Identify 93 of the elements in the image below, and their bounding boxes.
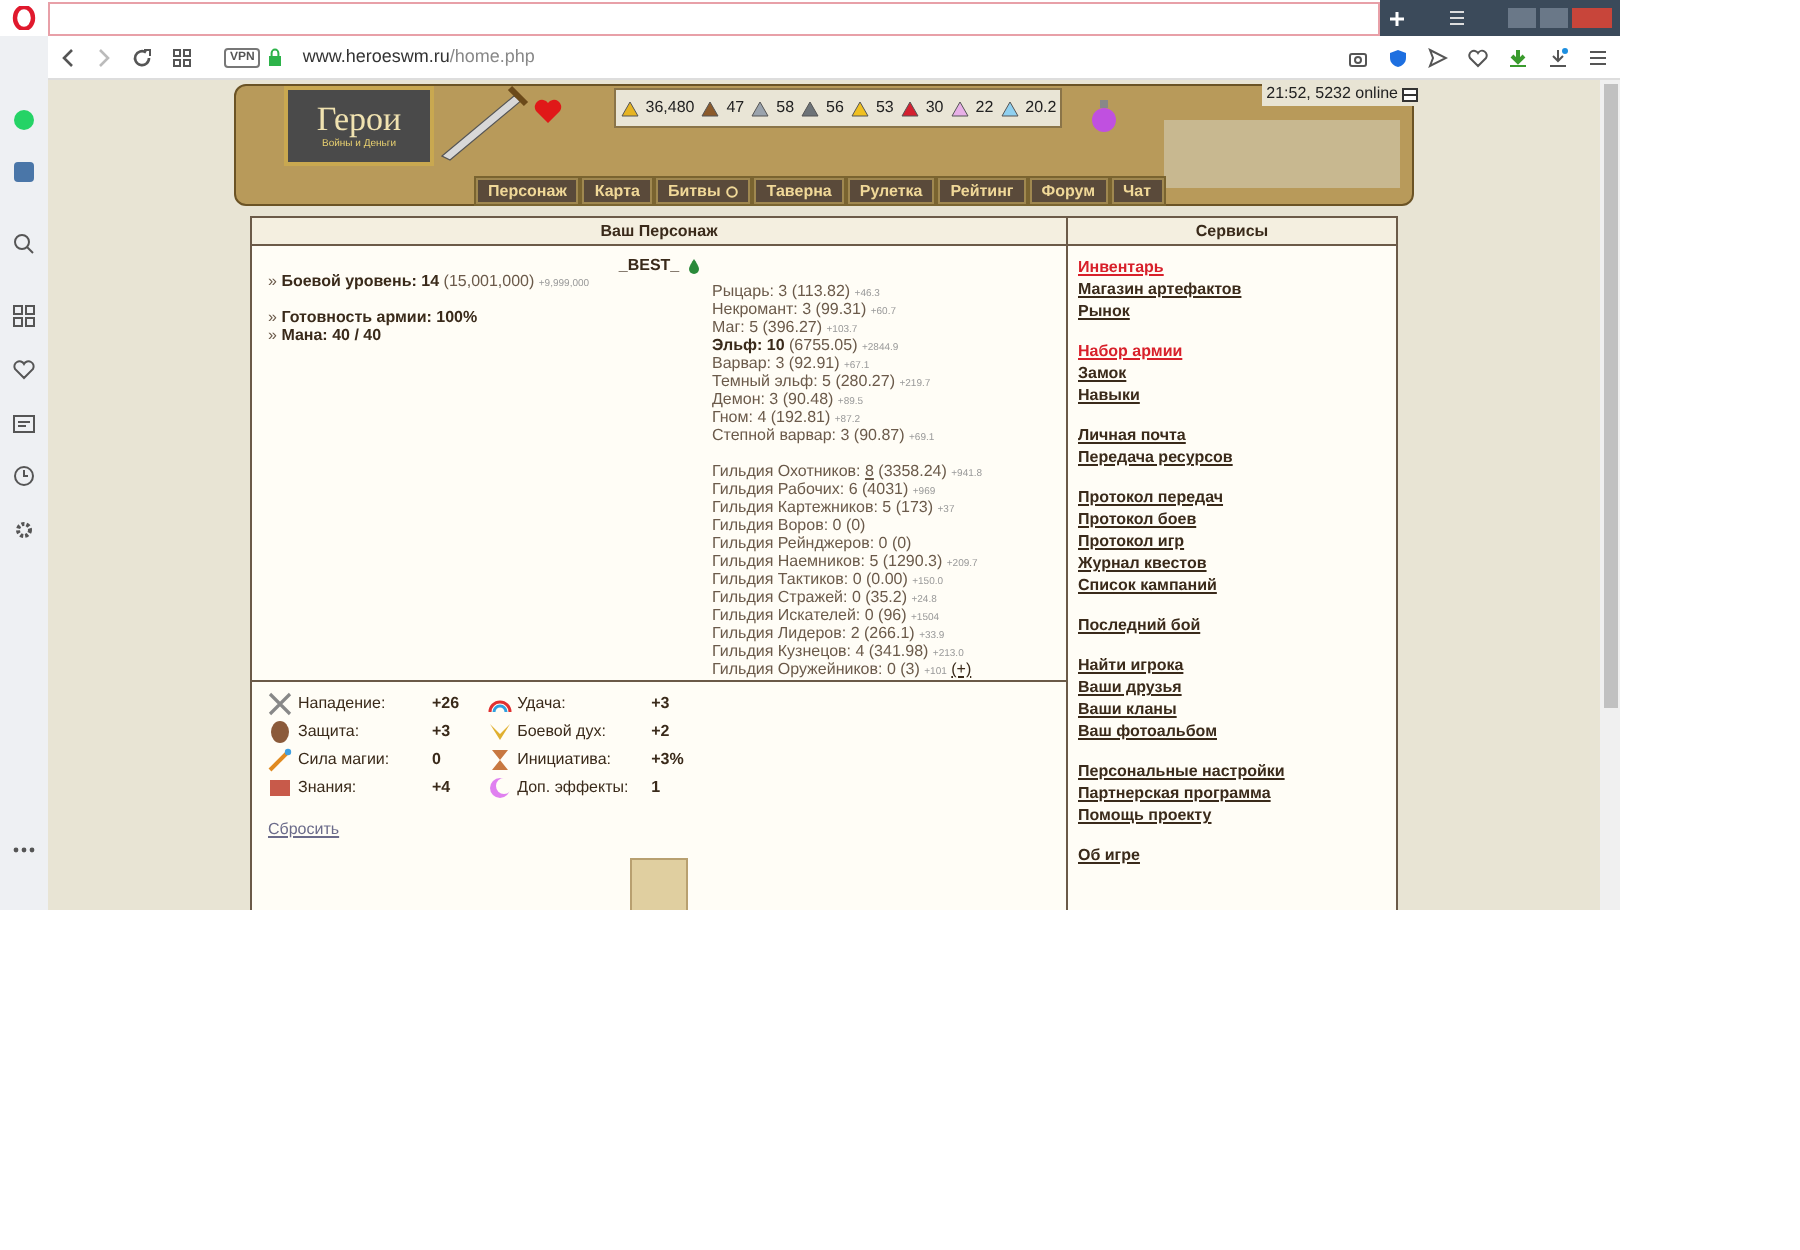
drop-icon [687,258,700,274]
service-link[interactable]: Замок [1078,364,1127,382]
attribute-label: Защита: [298,720,362,744]
service-link[interactable]: Персональные настройки [1078,762,1285,780]
swords-icon [268,692,292,716]
back-icon[interactable] [60,47,76,67]
send-icon[interactable] [1428,47,1448,67]
moon-icon [487,776,512,800]
service-link[interactable]: Ваши кланы [1078,700,1177,718]
service-link[interactable]: Протокол боев [1078,510,1197,528]
mail-icon[interactable] [1402,87,1418,101]
service-link[interactable]: Ваши друзья [1078,678,1182,696]
camera-icon[interactable] [1348,47,1368,67]
wand-icon [268,748,292,772]
service-link[interactable]: Набор армии [1078,342,1183,360]
attribute-label: Нападение: [298,692,388,716]
news-icon[interactable] [12,412,36,436]
service-link[interactable]: Последний бой [1078,616,1201,634]
online-status: 21:52, 5232 online [1266,82,1398,106]
nav-tab[interactable]: Рейтинг [938,178,1026,204]
download-icon[interactable] [1548,47,1568,67]
service-link[interactable]: Передача ресурсов [1078,448,1233,466]
heart-icon[interactable] [12,358,36,382]
download-icon[interactable] [1508,47,1528,67]
section-heading: Сервисы [1068,218,1396,246]
attribute-value: +3 [432,720,451,744]
menu-icon[interactable] [1588,47,1608,67]
service-link[interactable]: Список кампаний [1078,576,1217,594]
scrollbar[interactable] [1600,80,1620,910]
clock-icon[interactable] [12,464,36,488]
resource-count: 20.2 [1025,96,1057,120]
add-link[interactable]: (+) [951,660,972,678]
tabs-grid-icon[interactable] [172,47,192,67]
service-link[interactable]: Журнал квестов [1078,554,1207,572]
settings-icon[interactable] [12,518,36,542]
service-link[interactable]: Личная почта [1078,426,1186,444]
character-name[interactable]: _BEST_ [618,254,680,278]
attribute-label: Инициатива: [517,748,614,772]
attribute-value: 0 [432,748,441,772]
search-icon[interactable] [12,232,36,256]
more-icon[interactable] [12,846,36,854]
service-link[interactable]: Партнерская программа [1078,784,1271,802]
nav-tab[interactable]: Форум [1029,178,1108,204]
nav-tab[interactable]: Персонаж [476,178,579,204]
resource-count: 22 [975,96,994,120]
service-link[interactable]: Протокол игр [1078,532,1185,550]
nav-tab[interactable]: Карта [582,178,652,204]
attribute-value: +2 [651,720,670,744]
service-link[interactable]: Магазин артефактов [1078,280,1242,298]
resource-count: 58 [776,96,795,120]
lock-icon [268,48,283,66]
service-link[interactable]: Помощь проекту [1078,806,1212,824]
stat-line: » Мана: 40 / 40 [268,326,384,344]
reload-icon[interactable] [132,47,152,67]
stat-line: » Готовность армии: 100% [268,308,480,326]
resource-count: 30 [925,96,944,120]
new-tab-icon[interactable] [1388,9,1406,27]
nav-tab[interactable]: Рулетка [847,178,935,204]
browser-logo-icon[interactable] [12,6,36,30]
tab-menu-icon[interactable] [1448,10,1466,26]
resource-count: 56 [826,96,844,120]
service-link[interactable]: Навыки [1078,386,1140,404]
attribute-label: Боевой дух: [517,720,608,744]
reset-link[interactable]: Сбросить [268,820,340,838]
nav-tab[interactable]: Чат [1111,178,1164,204]
service-link[interactable]: Инвентарь [1078,258,1164,276]
attribute-label: Доп. эффекты: [517,776,631,800]
guild-line: Гильдия Воров: 0 (0) [712,516,868,534]
service-link[interactable]: Протокол передач [1078,488,1224,506]
grid-icon[interactable] [12,304,36,328]
section-heading: Ваш Персонаж [252,218,1066,246]
guild-line: Гильдия Рейнджеров: 0 (0) [712,534,914,552]
nav-tab[interactable]: Таверна [754,178,844,204]
resource-count: 36,480 [645,96,695,120]
resource-count: 47 [726,96,745,120]
attribute-value: +3% [651,748,684,772]
service-link[interactable]: Об игре [1078,846,1140,864]
hourglass-icon [487,748,512,772]
resource-count: 53 [875,96,894,120]
attribute-label: Сила магии: [298,748,392,772]
attribute-value: +26 [432,692,460,716]
service-link[interactable]: Найти игрока [1078,656,1184,674]
address-field[interactable]: www.heroeswm.ru/home.php [302,43,1328,71]
attribute-value: 1 [651,776,661,800]
attribute-value: +4 [432,776,451,800]
attribute-label: Знания: [298,776,359,800]
attribute-value: +3 [651,692,670,716]
logo-title: Герои [316,102,402,138]
service-link[interactable]: Ваш фотоальбом [1078,722,1217,740]
heart-icon[interactable] [1468,47,1488,67]
nav-tab[interactable]: Битвы [655,178,751,204]
service-link[interactable]: Рынок [1078,302,1130,320]
attribute-label: Удача: [517,692,568,716]
